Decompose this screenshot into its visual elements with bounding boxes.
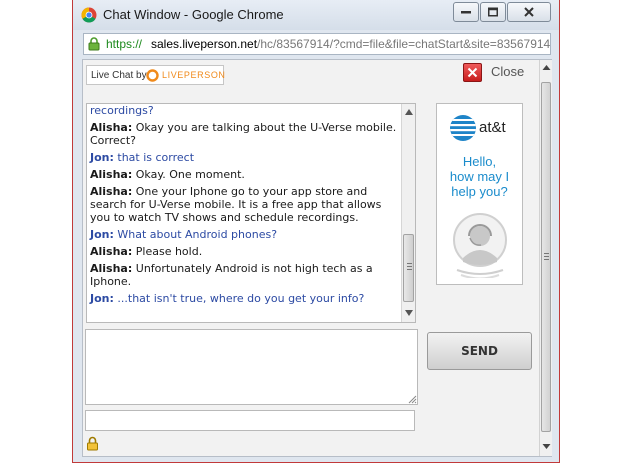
message-speaker: Alisha: <box>90 185 133 198</box>
minimize-button[interactable] <box>453 2 479 22</box>
grip-line <box>407 266 412 267</box>
chat-message: Jon: ...that isn't true, where do you ge… <box>90 292 400 305</box>
chat-message: Jon: that is correct <box>90 151 400 164</box>
maximize-button[interactable] <box>480 2 506 22</box>
chrome-logo-icon <box>81 7 97 23</box>
close-icon <box>524 7 534 17</box>
scroll-down-arrow-icon[interactable] <box>542 442 551 451</box>
chat-message: Jon: What about Android phones? <box>90 228 400 241</box>
att-globe-icon <box>450 115 476 141</box>
message-input[interactable] <box>85 329 418 405</box>
scroll-up-arrow-icon[interactable] <box>542 63 551 72</box>
grip-line <box>544 253 549 254</box>
message-list: recordings? Alisha: Okay you are talking … <box>90 104 400 309</box>
message-speaker: Jon: <box>90 151 114 164</box>
message-speaker: Jon: <box>90 228 114 241</box>
url-path: /hc/83567914/?cmd=file&file=chatStart&si… <box>257 37 551 51</box>
chat-message: Alisha: Please hold. <box>90 245 400 258</box>
secondary-input[interactable] <box>85 410 415 431</box>
chat-content: Live Chat by LIVEPERSON Close recordings… <box>82 59 552 457</box>
message-text: What about Android phones? <box>117 228 278 241</box>
message-speaker: Jon: <box>90 292 114 305</box>
message-text: that is correct <box>117 151 195 164</box>
live-chat-by-label: Live Chat by <box>91 70 147 81</box>
maximize-icon <box>488 7 498 17</box>
lock-icon <box>88 37 100 51</box>
message-text: ...that isn't true, where do you get you… <box>117 292 365 305</box>
chat-message: recordings? <box>90 104 400 117</box>
title-bar[interactable]: Chat Window - Google Chrome <box>73 0 559 30</box>
liveperson-badge: Live Chat by LIVEPERSON <box>86 65 226 85</box>
resize-grip-icon[interactable] <box>408 395 417 404</box>
message-text: Okay you are talking about the U-Verse m… <box>90 121 397 147</box>
scroll-up-arrow-icon[interactable] <box>405 109 413 115</box>
message-speaker: Alisha: <box>90 168 133 181</box>
message-text: Please hold. <box>135 245 203 258</box>
message-text: Okay. One moment. <box>135 168 245 181</box>
chat-message: Alisha: Okay you are talking about the U… <box>90 121 400 147</box>
url-scheme: https:// <box>106 37 143 51</box>
message-speaker: Alisha: <box>90 121 133 134</box>
grip-line <box>407 263 412 264</box>
close-icon <box>467 67 478 78</box>
chat-close-button[interactable] <box>463 63 482 82</box>
greeting-line: how may I <box>449 169 510 184</box>
message-text: Unfortunately Android is not high tech a… <box>90 262 373 288</box>
page-scrollbar[interactable] <box>539 60 552 456</box>
message-text: recordings? <box>90 104 154 117</box>
grip-line <box>407 269 412 270</box>
chat-close-label[interactable]: Close <box>491 64 524 79</box>
address-bar[interactable]: https:// sales.liveperson.net /hc/835679… <box>83 33 551 55</box>
url-host: sales.liveperson.net <box>151 37 258 51</box>
page-scroll-thumb[interactable] <box>541 82 551 432</box>
att-ad-banner[interactable]: at&t Hello, how may I help you? <box>436 103 523 285</box>
transcript-scrollbar[interactable] <box>401 104 415 322</box>
message-speaker: Alisha: <box>90 262 133 275</box>
secure-lock-icon <box>87 436 98 451</box>
transcript-scroll-thumb[interactable] <box>403 234 414 302</box>
agent-headset-icon <box>453 213 507 278</box>
grip-line <box>544 259 549 260</box>
scroll-down-arrow-icon[interactable] <box>405 310 413 316</box>
att-brand: at&t <box>479 119 506 136</box>
send-button[interactable]: SEND <box>427 332 532 370</box>
window-title: Chat Window - Google Chrome <box>103 7 284 22</box>
message-text: One your Iphone go to your app store and… <box>90 185 382 224</box>
chat-message: Alisha: Unfortunately Android is not hig… <box>90 262 400 288</box>
chrome-window: Chat Window - Google Chrome https:// sal… <box>72 0 560 463</box>
message-speaker: Alisha: <box>90 245 133 258</box>
ad-greeting: Hello, how may I help you? <box>437 154 522 199</box>
greeting-line: Hello, <box>462 154 497 169</box>
window-close-button[interactable] <box>507 2 551 22</box>
grip-line <box>544 256 549 257</box>
chat-transcript[interactable]: recordings? Alisha: Okay you are talking … <box>86 103 416 323</box>
liveperson-name: LIVEPERSON <box>162 70 226 80</box>
liveperson-logo-icon <box>146 69 159 82</box>
minimize-icon <box>461 11 471 14</box>
greeting-line: help you? <box>451 184 508 199</box>
chat-message: Alisha: Okay. One moment. <box>90 168 400 181</box>
chat-message: Alisha: One your Iphone go to your app s… <box>90 185 400 224</box>
